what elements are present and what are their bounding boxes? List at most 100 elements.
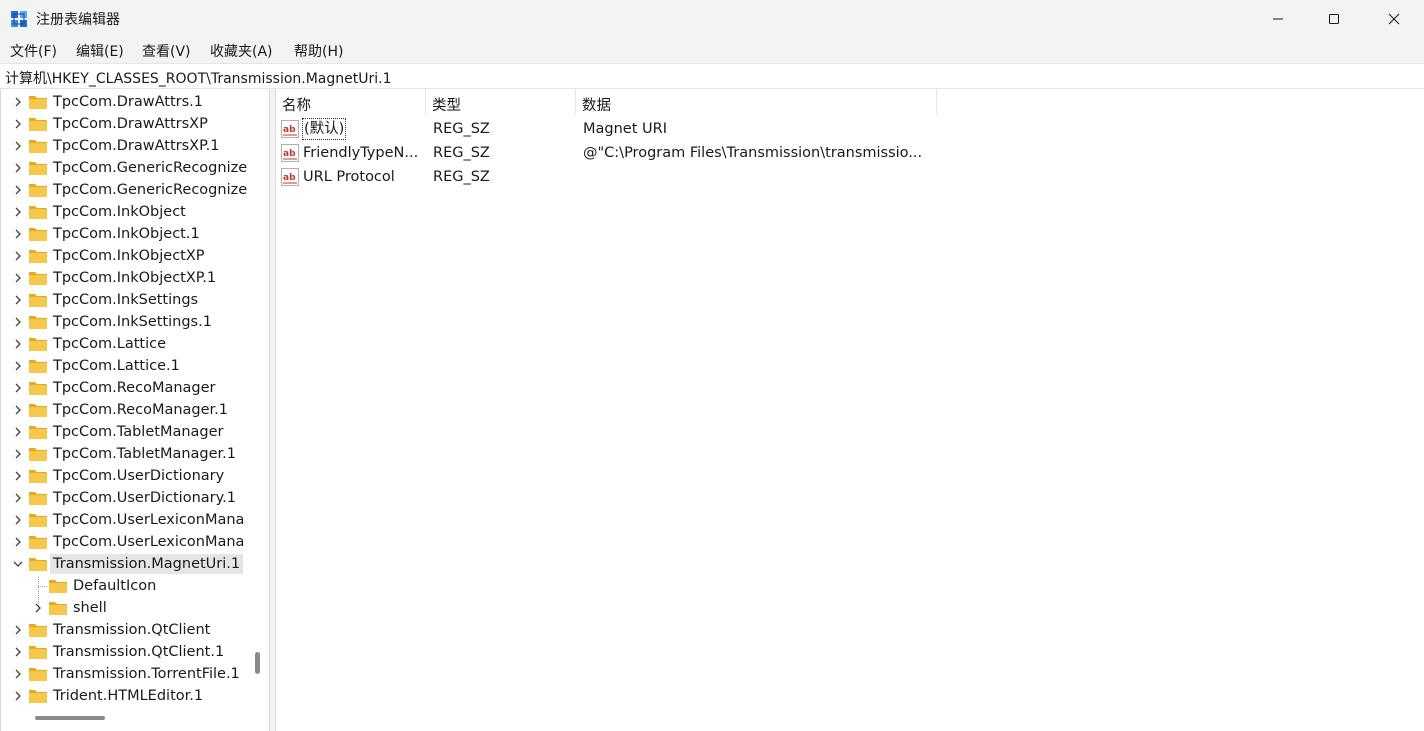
menu-edit[interactable]: 编辑(E) <box>76 41 124 61</box>
menu-bar: 文件(F) 编辑(E) 查看(V) 收藏夹(A) 帮助(H) <box>0 37 1424 63</box>
chevron-right-icon[interactable] <box>12 272 24 284</box>
chevron-right-icon[interactable] <box>12 536 24 548</box>
folder-icon <box>29 294 47 307</box>
tree-vertical-scrollbar[interactable] <box>255 652 260 674</box>
folder-icon <box>29 96 47 109</box>
tree-item-label: TpcCom.RecoManager.1 <box>53 402 229 418</box>
column-header-type[interactable]: 类型 <box>426 89 576 115</box>
tree-item[interactable]: TpcCom.UserLexiconMana <box>1 509 249 531</box>
tree-item-label: shell <box>73 600 107 616</box>
tree-item[interactable]: TpcCom.InkSettings.1 <box>1 311 249 333</box>
tree-item-label: TpcCom.TabletManager.1 <box>53 446 237 462</box>
tree-item[interactable]: TpcCom.UserDictionary <box>1 465 249 487</box>
folder-icon <box>29 448 47 461</box>
chevron-right-icon[interactable] <box>12 690 24 702</box>
chevron-right-icon[interactable] <box>12 206 24 218</box>
tree-item[interactable]: TpcCom.InkSettings <box>1 289 249 311</box>
reg-sz-icon: ab <box>281 144 299 162</box>
folder-icon <box>29 250 47 263</box>
chevron-right-icon[interactable] <box>12 448 24 460</box>
value-row[interactable]: ab URL Protocol REG_SZ <box>276 165 956 189</box>
value-row[interactable]: ab FriendlyTypeN... REG_SZ @"C:\Program Fil… <box>276 141 956 165</box>
tree-horizontal-scrollbar[interactable] <box>35 716 105 720</box>
tree-item[interactable]: TpcCom.TabletManager <box>1 421 249 443</box>
tree-item[interactable]: TpcCom.RecoManager <box>1 377 249 399</box>
chevron-right-icon[interactable] <box>12 140 24 152</box>
tree-item[interactable]: Trident.HTMLEditor.1 <box>1 685 249 707</box>
chevron-right-icon[interactable] <box>12 294 24 306</box>
close-button[interactable] <box>1364 0 1424 37</box>
tree-item[interactable]: Transmission.TorrentFile.1 <box>1 663 249 685</box>
tree-item-label: TpcCom.UserLexiconMana <box>53 534 245 550</box>
chevron-right-icon[interactable] <box>12 162 24 174</box>
tree-item[interactable]: Transmission.QtClient <box>1 619 249 641</box>
key-tree-pane[interactable]: TpcCom.DrawAttrs.1 TpcCom.DrawAttrsXP TpcC… <box>0 89 270 731</box>
chevron-right-icon[interactable] <box>12 96 24 108</box>
chevron-right-icon[interactable] <box>12 470 24 482</box>
value-data: Magnet URI <box>583 121 667 137</box>
tree-item[interactable]: TpcCom.Lattice <box>1 333 249 355</box>
tree-item[interactable]: TpcCom.InkObject <box>1 201 249 223</box>
tree-item[interactable]: TpcCom.RecoManager.1 <box>1 399 249 421</box>
tree-item[interactable]: TpcCom.InkObject.1 <box>1 223 249 245</box>
tree-item[interactable]: TpcCom.InkObjectXP.1 <box>1 267 249 289</box>
tree-item-label: TpcCom.GenericRecognize <box>53 182 248 198</box>
window-title: 注册表编辑器 <box>36 12 120 28</box>
chevron-right-icon[interactable] <box>12 184 24 196</box>
chevron-right-icon[interactable] <box>12 646 24 658</box>
chevron-right-icon[interactable] <box>12 404 24 416</box>
svg-text:ab: ab <box>283 149 296 159</box>
svg-text:ab: ab <box>283 173 296 183</box>
folder-icon <box>29 470 47 483</box>
tree-item-label: TpcCom.DrawAttrs.1 <box>53 94 204 110</box>
tree-item[interactable]: TpcCom.UserDictionary.1 <box>1 487 249 509</box>
menu-favorites[interactable]: 收藏夹(A) <box>210 41 273 61</box>
column-header-name[interactable]: 名称 <box>276 89 426 115</box>
tree-item[interactable]: TpcCom.GenericRecognize <box>1 157 249 179</box>
value-row[interactable]: ab (默认) REG_SZ Magnet URI <box>276 117 956 141</box>
tree-item[interactable]: TpcCom.DrawAttrsXP <box>1 113 249 135</box>
tree-item-label: TpcCom.UserLexiconMana <box>53 512 245 528</box>
tree-item-label: TpcCom.RecoManager <box>53 380 216 396</box>
values-pane[interactable]: 名称 类型 数据 ab (默认) REG_SZ Magnet URI ab Friendl… <box>275 89 1424 731</box>
tree-item[interactable]: TpcCom.InkObjectXP <box>1 245 249 267</box>
tree-item[interactable]: Transmission.QtClient.1 <box>1 641 249 663</box>
tree-item[interactable]: TpcCom.TabletManager.1 <box>1 443 249 465</box>
column-header-data[interactable]: 数据 <box>576 89 937 115</box>
menu-view[interactable]: 查看(V) <box>142 41 191 61</box>
tree-item[interactable]: TpcCom.DrawAttrsXP.1 <box>1 135 249 157</box>
chevron-down-icon[interactable] <box>12 558 24 570</box>
minimize-button[interactable] <box>1248 0 1308 37</box>
key-tree-viewport: TpcCom.DrawAttrs.1 TpcCom.DrawAttrsXP TpcC… <box>1 89 249 709</box>
tree-item-label: TpcCom.InkSettings <box>53 292 199 308</box>
chevron-right-icon[interactable] <box>12 250 24 262</box>
address-bar[interactable]: 计算机\HKEY_CLASSES_ROOT\Transmission.Magne… <box>0 63 1424 89</box>
folder-icon <box>29 492 47 505</box>
tree-item[interactable]: TpcCom.DrawAttrs.1 <box>1 91 249 113</box>
menu-help[interactable]: 帮助(H) <box>294 41 343 61</box>
chevron-right-icon[interactable] <box>12 514 24 526</box>
chevron-right-icon[interactable] <box>12 228 24 240</box>
chevron-right-icon[interactable] <box>12 382 24 394</box>
chevron-right-icon[interactable] <box>12 360 24 372</box>
folder-icon <box>29 228 47 241</box>
maximize-button[interactable] <box>1304 0 1364 37</box>
tree-item-label: TpcCom.InkObjectXP <box>53 248 205 264</box>
tree-item[interactable]: TpcCom.GenericRecognize <box>1 179 249 201</box>
tree-item[interactable]: TpcCom.UserLexiconMana <box>1 531 249 553</box>
value-data: @"C:\Program Files\Transmission\transmis… <box>583 145 923 161</box>
tree-connector-line <box>38 577 39 608</box>
chevron-right-icon[interactable] <box>12 668 24 680</box>
chevron-right-icon[interactable] <box>12 316 24 328</box>
menu-file[interactable]: 文件(F) <box>10 41 57 61</box>
chevron-right-icon[interactable] <box>12 118 24 130</box>
chevron-right-icon[interactable] <box>12 492 24 504</box>
address-path[interactable]: 计算机\HKEY_CLASSES_ROOT\Transmission.Magne… <box>5 68 392 88</box>
chevron-right-icon[interactable] <box>12 624 24 636</box>
tree-item[interactable]: TpcCom.Lattice.1 <box>1 355 249 377</box>
chevron-right-icon[interactable] <box>12 426 24 438</box>
value-type: REG_SZ <box>433 121 490 137</box>
tree-item[interactable]: Transmission.MagnetUri.1 <box>1 553 249 575</box>
chevron-right-icon[interactable] <box>12 338 24 350</box>
tree-item-label: Transmission.QtClient <box>53 622 211 638</box>
